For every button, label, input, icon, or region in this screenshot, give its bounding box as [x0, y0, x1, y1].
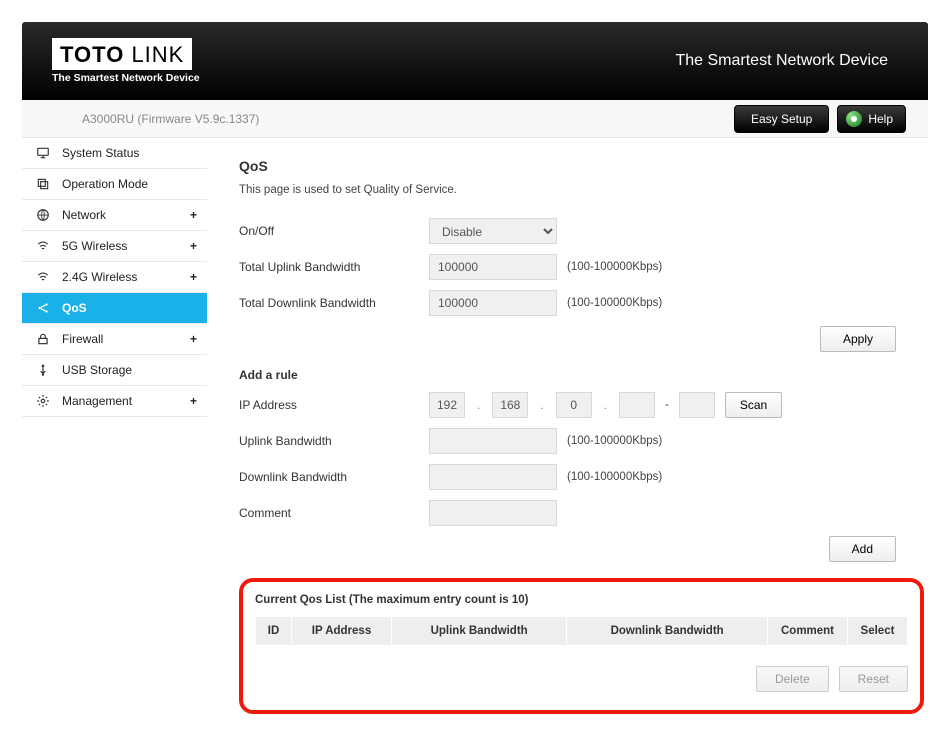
sidebar-label: Network: [62, 208, 106, 222]
page-description: This page is used to set Quality of Serv…: [239, 184, 928, 196]
ip-seg-2[interactable]: [492, 392, 528, 418]
wifi-icon: [36, 270, 54, 284]
ip-seg-3[interactable]: [556, 392, 592, 418]
total-uplink-input[interactable]: [429, 254, 557, 280]
logo-main: TOTO: [60, 42, 124, 67]
reset-button[interactable]: Reset: [839, 666, 908, 692]
sidebar-item-firewall[interactable]: Firewall +: [22, 324, 207, 355]
col-ip: IP Address: [292, 617, 392, 646]
copy-icon: [36, 177, 54, 191]
logo: TOTO LINK The Smartest Network Device: [52, 38, 200, 84]
share-icon: [36, 301, 54, 315]
add-button[interactable]: Add: [829, 536, 896, 562]
sidebar: System Status Operation Mode Network + 5…: [22, 138, 207, 734]
sidebar-label: Operation Mode: [62, 177, 148, 191]
lock-icon: [36, 332, 54, 346]
sidebar-item-network[interactable]: Network +: [22, 200, 207, 231]
help-label: Help: [868, 112, 893, 126]
rule-downlink-input[interactable]: [429, 464, 557, 490]
ip-label: IP Address: [239, 398, 429, 412]
monitor-icon: [36, 146, 54, 160]
comment-label: Comment: [239, 506, 429, 520]
apply-button[interactable]: Apply: [820, 326, 896, 352]
model-firmware: A3000RU (Firmware V5.9c.1337): [82, 112, 259, 126]
expand-icon: +: [190, 270, 197, 284]
gear-icon: [36, 394, 54, 408]
rule-downlink-hint: (100-100000Kbps): [567, 471, 662, 483]
ip-seg-5[interactable]: [679, 392, 715, 418]
ip-dash: -: [665, 399, 669, 411]
rule-uplink-hint: (100-100000Kbps): [567, 435, 662, 447]
logo-sub-text: LINK: [131, 42, 184, 67]
col-uplink: Uplink Bandwidth: [392, 617, 567, 646]
rule-downlink-label: Downlink Bandwidth: [239, 470, 429, 484]
delete-button[interactable]: Delete: [756, 666, 829, 692]
col-id: ID: [256, 617, 292, 646]
total-uplink-label: Total Uplink Bandwidth: [239, 260, 429, 274]
expand-icon: +: [190, 332, 197, 346]
rule-uplink-input[interactable]: [429, 428, 557, 454]
col-comment: Comment: [768, 617, 848, 646]
sidebar-item-qos[interactable]: QoS: [22, 293, 207, 324]
easy-setup-button[interactable]: Easy Setup: [734, 105, 829, 133]
subheader: A3000RU (Firmware V5.9c.1337) Easy Setup…: [22, 100, 928, 138]
onoff-select[interactable]: Disable: [429, 218, 557, 244]
sidebar-item-usb-storage[interactable]: USB Storage: [22, 355, 207, 386]
logo-tagline: The Smartest Network Device: [52, 72, 200, 84]
ip-seg-4[interactable]: [619, 392, 655, 418]
help-icon: [846, 111, 862, 127]
sidebar-item-operation-mode[interactable]: Operation Mode: [22, 169, 207, 200]
uplink-hint: (100-100000Kbps): [567, 261, 662, 273]
add-rule-title: Add a rule: [239, 368, 928, 382]
expand-icon: +: [190, 239, 197, 253]
sidebar-label: Management: [62, 394, 132, 408]
col-select: Select: [848, 617, 908, 646]
total-downlink-input[interactable]: [429, 290, 557, 316]
sidebar-item-system-status[interactable]: System Status: [22, 138, 207, 169]
header-bar: TOTO LINK The Smartest Network Device Th…: [22, 22, 928, 100]
sidebar-item-management[interactable]: Management +: [22, 386, 207, 417]
ip-seg-1[interactable]: [429, 392, 465, 418]
expand-icon: +: [190, 394, 197, 408]
main-content: QoS This page is used to set Quality of …: [207, 138, 928, 734]
qos-table: ID IP Address Uplink Bandwidth Downlink …: [255, 616, 908, 646]
logo-box: TOTO LINK: [52, 38, 192, 70]
sidebar-item-5g-wireless[interactable]: 5G Wireless +: [22, 231, 207, 262]
sidebar-item-24g-wireless[interactable]: 2.4G Wireless +: [22, 262, 207, 293]
sidebar-label: USB Storage: [62, 363, 132, 377]
qos-list-title: Current Qos List (The maximum entry coun…: [255, 594, 908, 606]
globe-icon: [36, 208, 54, 222]
sidebar-label: QoS: [62, 301, 87, 315]
scan-button[interactable]: Scan: [725, 392, 782, 418]
page-title: QoS: [239, 158, 928, 174]
wifi-icon: [36, 239, 54, 253]
expand-icon: +: [190, 208, 197, 222]
comment-input[interactable]: [429, 500, 557, 526]
help-button[interactable]: Help: [837, 105, 906, 133]
downlink-hint: (100-100000Kbps): [567, 297, 662, 309]
sidebar-label: 5G Wireless: [62, 239, 127, 253]
sidebar-label: Firewall: [62, 332, 103, 346]
sidebar-label: System Status: [62, 146, 139, 160]
rule-uplink-label: Uplink Bandwidth: [239, 434, 429, 448]
table-header-row: ID IP Address Uplink Bandwidth Downlink …: [256, 617, 908, 646]
onoff-label: On/Off: [239, 224, 429, 238]
col-downlink: Downlink Bandwidth: [567, 617, 768, 646]
total-downlink-label: Total Downlink Bandwidth: [239, 296, 429, 310]
usb-icon: [36, 363, 54, 377]
sidebar-label: 2.4G Wireless: [62, 270, 137, 284]
header-slogan: The Smartest Network Device: [675, 52, 888, 70]
